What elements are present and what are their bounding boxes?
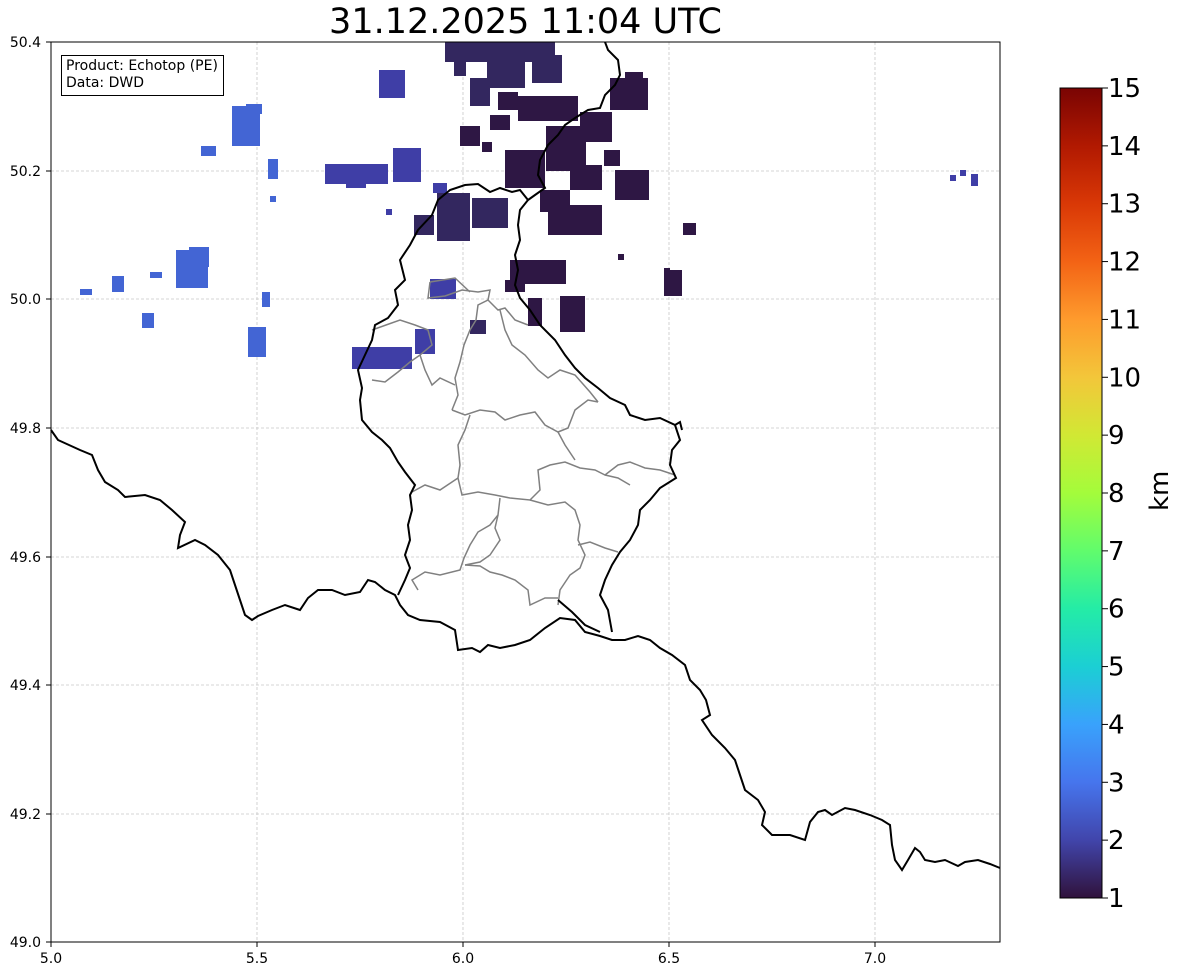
colorbar-tick-label: 7 [1108,537,1125,567]
y-tick-label: 49.0 [10,935,41,951]
colorbar-tick-label: 6 [1108,595,1125,625]
radar-map: 5.0 5.5 6.0 6.5 7.0 49.0 49.2 49.4 49.6 … [10,35,1141,967]
colorbar-tick-label: 2 [1108,826,1125,856]
colorbar-tick-label: 4 [1108,710,1125,740]
info-box: Product: Echotop (PE) Data: DWD [61,55,224,96]
x-tick-label: 6.5 [658,951,680,967]
colorbar-tick-label: 15 [1108,74,1141,104]
y-tick-label: 49.6 [10,550,41,566]
y-tick-label: 49.8 [10,421,41,437]
colorbar-tick-label: 3 [1108,768,1125,798]
colorbar-tick-label: 9 [1108,421,1125,451]
y-axis: 49.0 49.2 49.4 49.6 49.8 50.0 50.2 50.4 [10,35,41,951]
x-tick-label: 7.0 [864,951,886,967]
y-tick-label: 49.4 [10,678,41,694]
y-tick-label: 50.0 [10,292,41,308]
x-axis: 5.0 5.5 6.0 6.5 7.0 [40,951,886,967]
y-tick-label: 50.2 [10,164,41,180]
colorbar-tick-label: 1 [1108,884,1125,914]
y-tick-label: 49.2 [10,807,41,823]
colorbar-ticks: 123456789101112131415 [1102,74,1141,914]
colorbar-tick-label: 8 [1108,479,1125,509]
data-source-label: Data: DWD [66,75,144,91]
colorbar-tick-label: 14 [1108,132,1141,162]
x-tick-label: 6.0 [452,951,474,967]
product-label: Product: Echotop (PE) [66,58,218,74]
colorbar-tick-label: 5 [1108,653,1125,683]
x-tick-label: 5.5 [246,951,268,967]
colorbar-tick-label: 11 [1108,305,1141,335]
colorbar-tick-label: 10 [1108,363,1141,393]
x-tick-label: 5.0 [40,951,62,967]
colorbar-tick-label: 13 [1108,190,1141,220]
y-tick-label: 50.4 [10,35,41,51]
colorbar-tick-label: 12 [1108,248,1141,278]
colorbar [1059,87,1103,899]
colorbar-label: km [1145,470,1175,511]
